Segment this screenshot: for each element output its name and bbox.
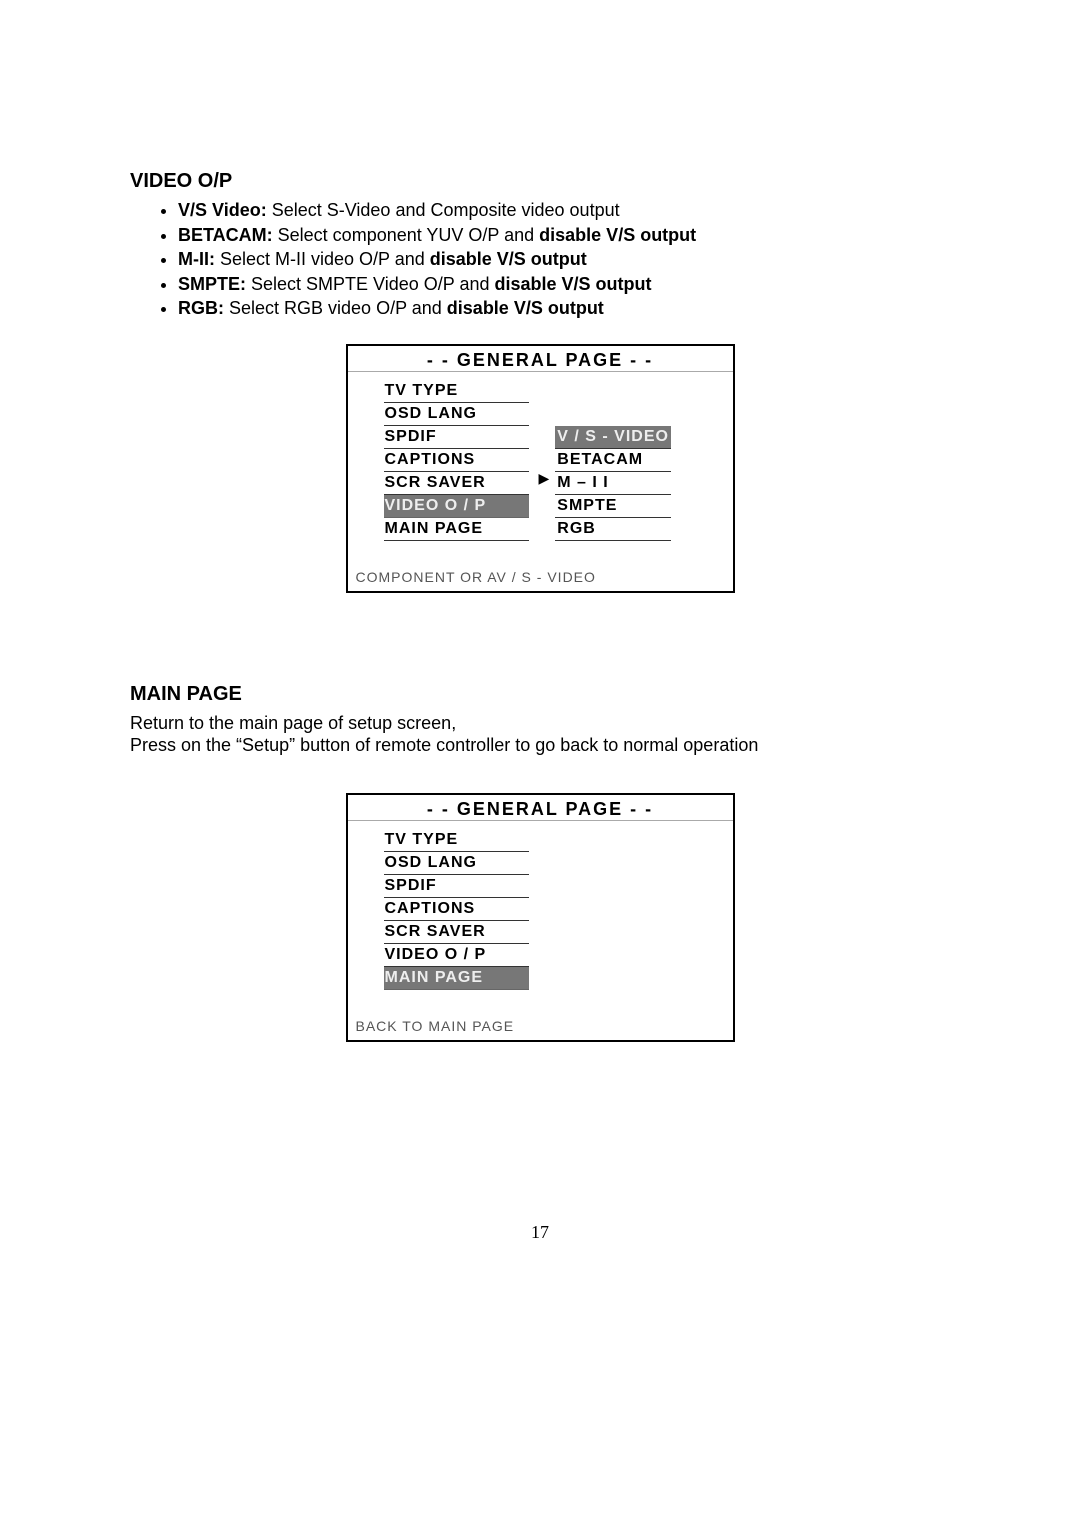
osd-menu-item: SCR SAVER: [384, 921, 529, 944]
bullet-label: V/S Video:: [178, 200, 267, 220]
osd-menu-item-selected: MAIN PAGE: [384, 967, 529, 990]
osd-menu-item: CAPTIONS: [384, 898, 529, 921]
osd-left-menu: TV TYPE OSD LANG SPDIF CAPTIONS SCR SAVE…: [384, 380, 529, 541]
heading-main-page: MAIN PAGE: [130, 683, 950, 706]
bullet-text: Select SMPTE Video O/P and: [246, 274, 494, 294]
bullet-text: Select RGB video O/P and: [224, 298, 447, 318]
bullet-bold-tail: disable V/S output: [430, 249, 587, 269]
list-item: RGB: Select RGB video O/P and disable V/…: [178, 297, 950, 320]
osd-option: SMPTE: [555, 495, 671, 518]
osd-title: - - GENERAL PAGE - -: [348, 346, 733, 372]
bullet-bold-tail: disable V/S output: [447, 298, 604, 318]
osd-option-selected: V / S - VIDEO: [555, 426, 671, 449]
bullet-label: M-II:: [178, 249, 215, 269]
main-page-para1: Return to the main page of setup screen,: [130, 712, 950, 735]
bullet-label: RGB:: [178, 298, 224, 318]
osd-menu-item: TV TYPE: [384, 380, 529, 403]
page-number: 17: [130, 1222, 950, 1243]
osd-menu-item: OSD LANG: [384, 852, 529, 875]
osd-menu-item: SPDIF: [384, 875, 529, 898]
osd-menu-item: MAIN PAGE: [384, 518, 529, 541]
osd-title: - - GENERAL PAGE - -: [348, 795, 733, 821]
document-page: VIDEO O/P V/S Video: Select S-Video and …: [0, 0, 1080, 1293]
heading-video-op: VIDEO O/P: [130, 170, 950, 193]
osd-option: M – I I: [555, 472, 671, 495]
osd-option: RGB: [555, 518, 671, 541]
osd-menu-item: OSD LANG: [384, 403, 529, 426]
bullet-text: Select component YUV O/P and: [273, 225, 540, 245]
bullet-label: BETACAM:: [178, 225, 273, 245]
osd-menu-item: CAPTIONS: [384, 449, 529, 472]
osd-screenshot-main-page: - - GENERAL PAGE - - TV TYPE OSD LANG SP…: [346, 793, 735, 1042]
main-page-para2: Press on the “Setup” button of remote co…: [130, 734, 950, 757]
bullet-bold-tail: disable V/S output: [494, 274, 651, 294]
osd-menu-item: VIDEO O / P: [384, 944, 529, 967]
osd-menu-item-selected: VIDEO O / P: [384, 495, 529, 518]
bullet-text: Select S-Video and Composite video outpu…: [267, 200, 620, 220]
bullet-label: SMPTE:: [178, 274, 246, 294]
osd-option: BETACAM: [555, 449, 671, 472]
osd-menu-item: SCR SAVER: [384, 472, 529, 495]
bullet-text: Select M-II video O/P and: [215, 249, 430, 269]
osd-right-options: V / S - VIDEO BETACAM M – I I SMPTE RGB: [555, 426, 671, 541]
osd-body: TV TYPE OSD LANG SPDIF CAPTIONS SCR SAVE…: [348, 372, 733, 551]
list-item: SMPTE: Select SMPTE Video O/P and disabl…: [178, 273, 950, 296]
osd-menu-item: SPDIF: [384, 426, 529, 449]
submenu-arrow-icon: ▶: [539, 470, 550, 487]
osd-screenshot-video-op: - - GENERAL PAGE - - TV TYPE OSD LANG SP…: [346, 344, 735, 593]
osd-menu-item: TV TYPE: [384, 829, 529, 852]
video-op-bullet-list: V/S Video: Select S-Video and Composite …: [130, 199, 950, 320]
list-item: M-II: Select M-II video O/P and disable …: [178, 248, 950, 271]
bullet-bold-tail: disable V/S output: [539, 225, 696, 245]
list-item: BETACAM: Select component YUV O/P and di…: [178, 224, 950, 247]
list-item: V/S Video: Select S-Video and Composite …: [178, 199, 950, 222]
osd-help-text: COMPONENT OR AV / S - VIDEO: [348, 551, 733, 591]
osd-help-text: BACK TO MAIN PAGE: [348, 1000, 733, 1040]
osd-left-menu: TV TYPE OSD LANG SPDIF CAPTIONS SCR SAVE…: [384, 829, 529, 990]
osd-body: TV TYPE OSD LANG SPDIF CAPTIONS SCR SAVE…: [348, 821, 733, 1000]
